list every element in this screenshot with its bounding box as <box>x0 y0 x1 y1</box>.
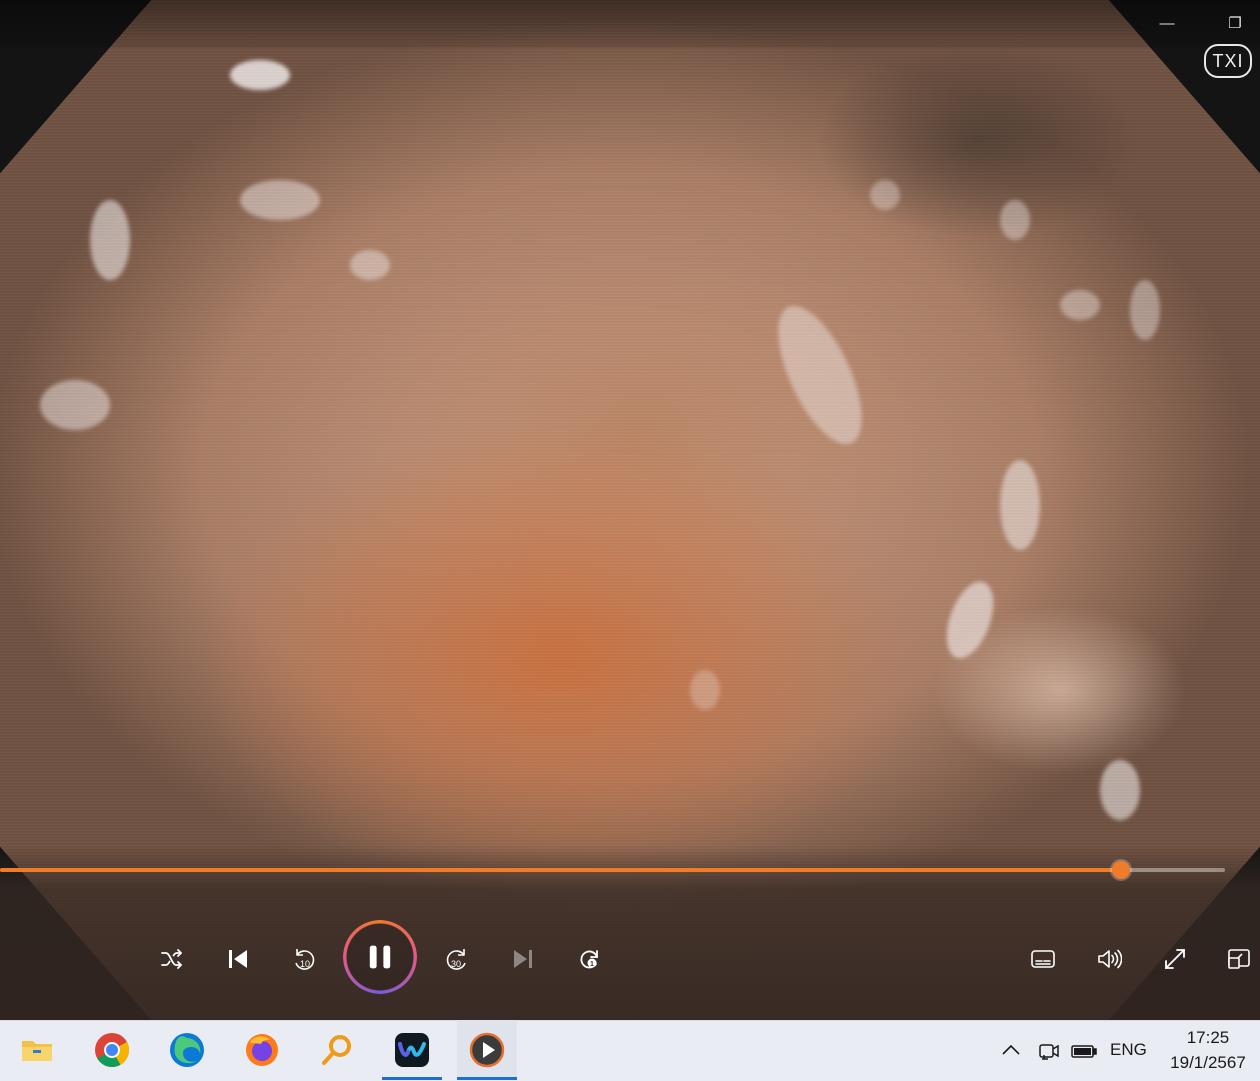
seek-thumb[interactable] <box>1111 861 1130 879</box>
clock[interactable]: 17:25 19/1/2567 <box>1158 1025 1258 1075</box>
taskbar-file-explorer[interactable] <box>7 1020 67 1080</box>
shuffle-icon <box>161 949 182 969</box>
tray-battery-button[interactable] <box>1070 1038 1098 1064</box>
previous-button[interactable] <box>217 938 259 980</box>
taskbar-firefox[interactable] <box>232 1020 292 1080</box>
taskbar-chrome[interactable] <box>82 1020 142 1080</box>
taskbar-webex[interactable] <box>382 1020 442 1080</box>
rewind-10-button[interactable]: 10 <box>283 938 325 980</box>
video-viewport[interactable]: — ❐ TXI 10 30 1 <box>0 0 1260 1020</box>
seek-bar[interactable] <box>0 861 1225 879</box>
repeat-one-icon: 1 <box>580 950 598 969</box>
miniplayer-icon <box>1228 949 1250 969</box>
miniplayer-button[interactable] <box>1218 938 1260 980</box>
battery-icon <box>1071 1045 1097 1058</box>
taskbar-edge[interactable] <box>157 1020 217 1080</box>
minimize-button[interactable]: — <box>1150 8 1184 40</box>
txi-mode-badge: TXI <box>1204 44 1252 78</box>
clock-date: 19/1/2567 <box>1170 1053 1246 1072</box>
repeat-one-button[interactable]: 1 <box>568 938 610 980</box>
camera-icon <box>1039 1044 1059 1060</box>
edge-icon <box>170 1033 204 1067</box>
next-button[interactable] <box>502 938 544 980</box>
forward-30-icon: 30 <box>446 949 466 970</box>
restore-icon: ❐ <box>1228 15 1242 32</box>
restore-button[interactable]: ❐ <box>1218 8 1252 40</box>
clock-time: 17:25 <box>1186 1028 1230 1047</box>
taskbar-search[interactable] <box>307 1020 367 1080</box>
subtitles-icon <box>1031 950 1055 968</box>
shuffle-button[interactable] <box>151 938 193 980</box>
minimize-icon: — <box>1159 15 1175 32</box>
pause-icon <box>369 945 391 969</box>
title-bar: — ❐ <box>0 0 1260 48</box>
taskbar-media-player[interactable] <box>457 1020 517 1080</box>
svg-text:30: 30 <box>451 959 461 969</box>
fullscreen-button[interactable] <box>1154 938 1196 980</box>
media-player-icon <box>469 1032 505 1068</box>
chrome-icon <box>95 1033 129 1067</box>
svg-text:10: 10 <box>300 959 310 969</box>
firefox-icon <box>246 1034 278 1066</box>
chevron-up-icon <box>1002 1044 1020 1055</box>
volume-icon <box>1098 949 1122 969</box>
svg-text:1: 1 <box>590 961 594 968</box>
volume-button[interactable] <box>1088 938 1130 980</box>
language-indicator[interactable]: ENG <box>1110 1040 1147 1060</box>
tray-chevron-button[interactable] <box>998 1038 1024 1064</box>
play-pause-button[interactable] <box>343 920 417 994</box>
seek-progress <box>0 868 1121 872</box>
rewind-10-icon: 10 <box>295 949 315 970</box>
magnifier-icon <box>322 1035 351 1065</box>
webex-icon <box>395 1033 429 1067</box>
subtitles-button[interactable] <box>1022 938 1064 980</box>
folder-icon <box>22 1041 52 1061</box>
tray-meet-button[interactable] <box>1036 1038 1062 1064</box>
next-icon <box>514 950 532 968</box>
fullscreen-icon <box>1165 949 1185 969</box>
forward-30-button[interactable]: 30 <box>436 938 478 980</box>
previous-icon <box>229 950 247 968</box>
